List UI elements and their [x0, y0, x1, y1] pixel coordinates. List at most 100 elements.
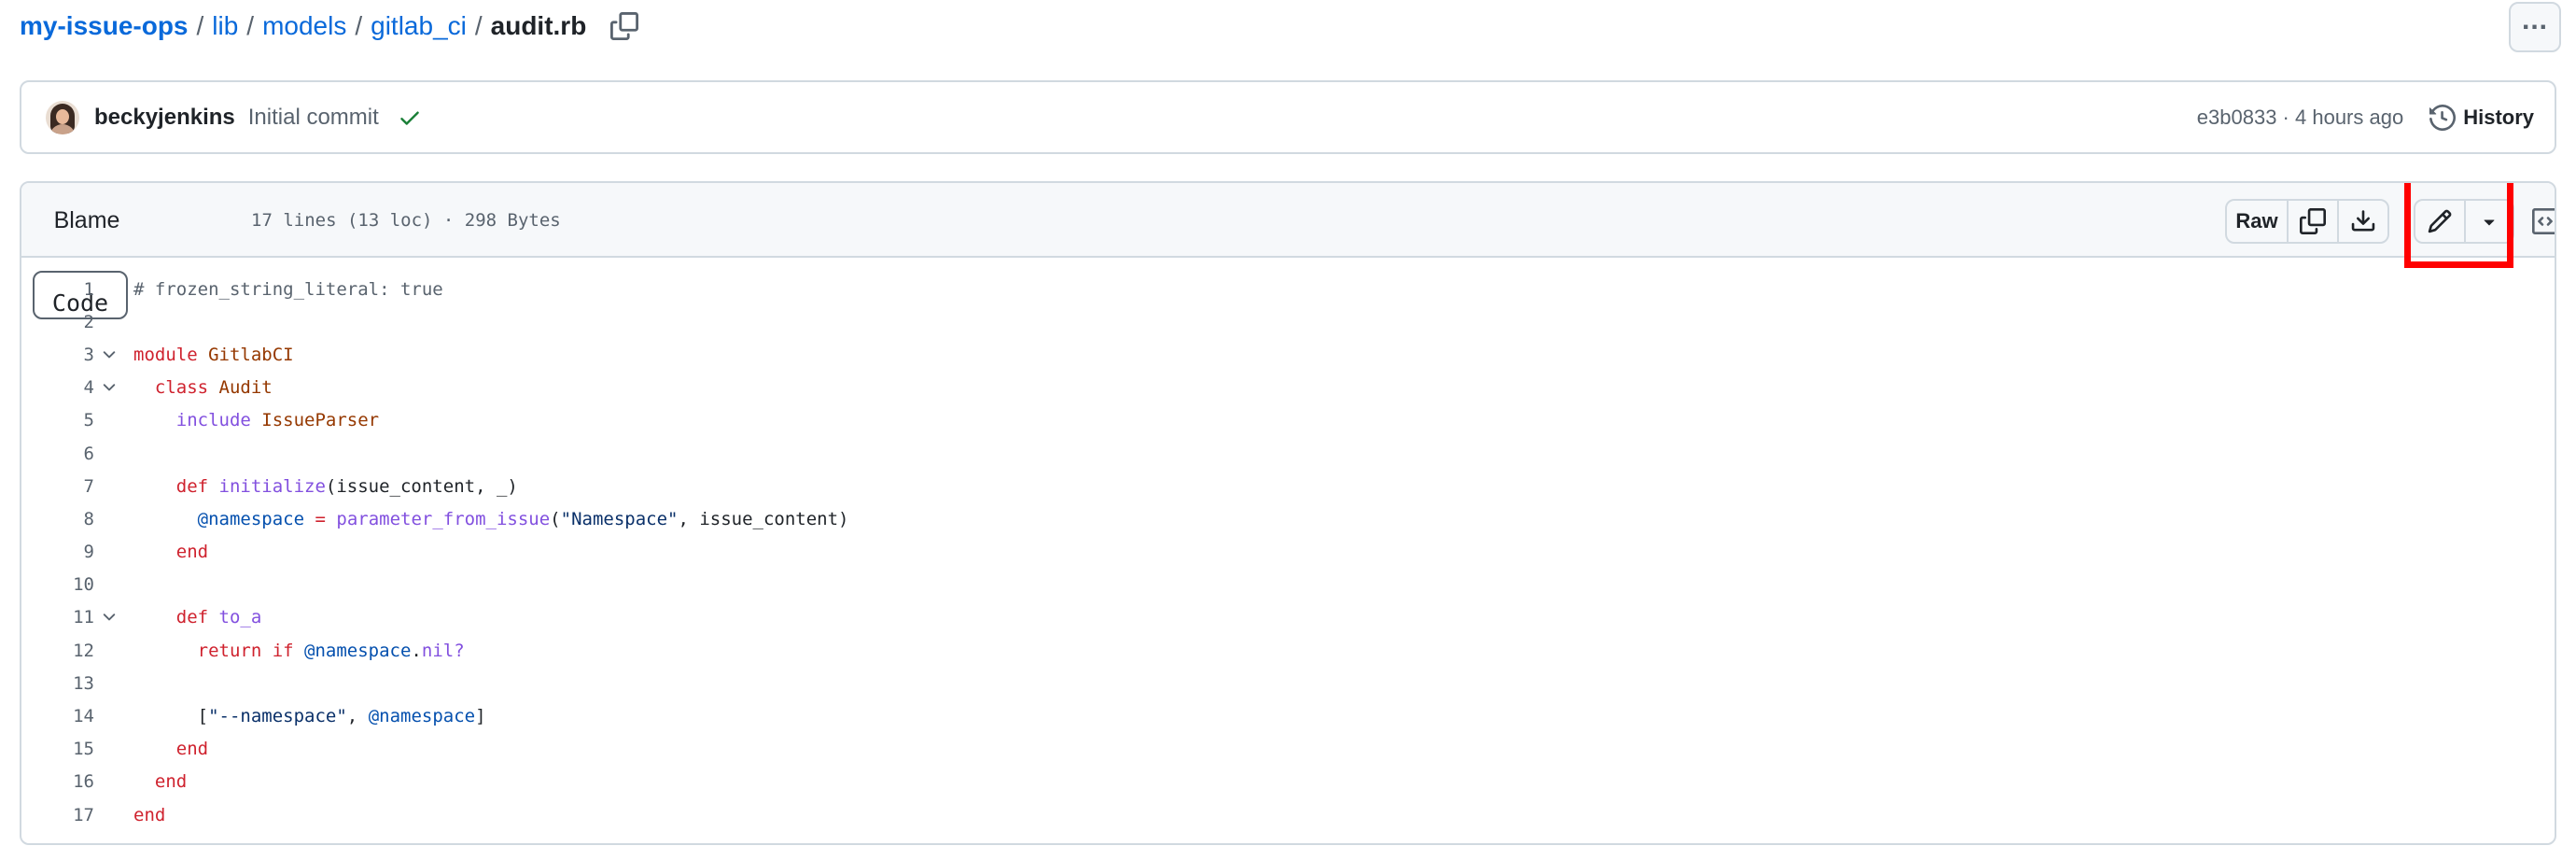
- check-icon[interactable]: [398, 106, 422, 130]
- download-icon: [2351, 210, 2375, 232]
- code-text: def to_a: [133, 607, 262, 627]
- code-line[interactable]: 4 class Audit: [21, 372, 2555, 404]
- code-token: end: [175, 739, 209, 760]
- line-number[interactable]: 7: [21, 476, 94, 497]
- line-number[interactable]: 3: [21, 345, 94, 365]
- code-text: end: [133, 542, 208, 562]
- line-number[interactable]: 1: [21, 279, 94, 300]
- code-token: parameter_from_issue: [336, 508, 551, 529]
- raw-button[interactable]: Raw: [2225, 199, 2289, 244]
- code-line[interactable]: 10: [21, 569, 2555, 601]
- code-token: end: [175, 542, 209, 563]
- fold-toggle[interactable]: [94, 608, 133, 627]
- fold-toggle[interactable]: [94, 345, 133, 364]
- line-number[interactable]: 17: [21, 805, 94, 825]
- code-line[interactable]: 5 include IssueParser: [21, 404, 2555, 437]
- line-number[interactable]: 11: [21, 607, 94, 627]
- code-line[interactable]: 15 end: [21, 733, 2555, 766]
- code-text: end: [133, 805, 165, 825]
- line-number[interactable]: 13: [21, 673, 94, 694]
- breadcrumb-dir-gitlab-ci[interactable]: gitlab_ci: [371, 11, 467, 41]
- code-token: end: [133, 804, 166, 825]
- breadcrumb-dir-models[interactable]: models: [262, 11, 346, 41]
- breadcrumb-repo-link[interactable]: my-issue-ops: [20, 11, 189, 41]
- download-button[interactable]: [2337, 199, 2389, 244]
- line-number[interactable]: 5: [21, 410, 94, 430]
- line-number[interactable]: 14: [21, 706, 94, 726]
- edit-file-button[interactable]: [2414, 199, 2466, 244]
- code-text: end: [133, 739, 208, 759]
- more-options-button[interactable]: ...: [2509, 2, 2561, 52]
- code-text: @namespace = parameter_from_issue("Names…: [133, 509, 849, 529]
- edit-options-dropdown[interactable]: [2464, 199, 2514, 244]
- code-token: "Namespace": [560, 508, 679, 529]
- code-token: "--namespace": [208, 706, 347, 727]
- code-token: @namespace: [368, 706, 476, 727]
- code-token: .: [411, 640, 422, 661]
- code-line[interactable]: 7 def initialize(issue_content, _): [21, 470, 2555, 502]
- line-number[interactable]: 9: [21, 542, 94, 562]
- code-line[interactable]: 2: [21, 305, 2555, 338]
- code-line[interactable]: 11 def to_a: [21, 601, 2555, 634]
- code-token: # frozen_string_literal: true: [133, 278, 443, 300]
- code-token: Audit: [218, 377, 273, 399]
- line-number[interactable]: 15: [21, 739, 94, 759]
- code-line[interactable]: 8 @namespace = parameter_from_issue("Nam…: [21, 502, 2555, 535]
- latest-commit-bar: beckyjenkins Initial commit e3b0833 · 4 …: [20, 80, 2556, 154]
- code-square-icon: [2532, 208, 2555, 234]
- history-button[interactable]: History: [2429, 104, 2534, 131]
- code-token: @namespace: [304, 640, 412, 661]
- code-line[interactable]: 17 end: [21, 798, 2555, 831]
- code-text: return if @namespace.nil?: [133, 641, 465, 661]
- code-line[interactable]: 9 end: [21, 536, 2555, 569]
- symbols-panel-button[interactable]: [2526, 199, 2555, 244]
- tab-blame[interactable]: Blame: [33, 196, 141, 245]
- code-line[interactable]: 16 end: [21, 766, 2555, 798]
- code-line[interactable]: 13: [21, 667, 2555, 699]
- code-line[interactable]: 14 ["--namespace", @namespace]: [21, 699, 2555, 732]
- code-token: def: [175, 475, 219, 497]
- line-number[interactable]: 8: [21, 509, 94, 529]
- code-token: include: [175, 410, 262, 431]
- line-number[interactable]: 4: [21, 377, 94, 398]
- breadcrumb-file-name: audit.rb: [490, 11, 587, 40]
- code-token: ]: [475, 706, 486, 727]
- line-number[interactable]: 6: [21, 444, 94, 464]
- history-label: History: [2463, 105, 2534, 129]
- line-number[interactable]: 2: [21, 312, 94, 332]
- code-token: ,: [346, 706, 369, 727]
- code-line[interactable]: 3 module GitlabCI: [21, 338, 2555, 371]
- code-line[interactable]: 1 # frozen_string_literal: true: [21, 273, 2555, 305]
- code-line[interactable]: 6: [21, 437, 2555, 470]
- line-number[interactable]: 16: [21, 771, 94, 792]
- code-token: =: [315, 508, 326, 529]
- code-line[interactable]: 12 return if @namespace.nil?: [21, 634, 2555, 667]
- commit-author[interactable]: beckyjenkins: [94, 105, 235, 131]
- code-token: initialize: [218, 475, 326, 497]
- breadcrumb-separator: /: [474, 11, 483, 40]
- line-number[interactable]: 10: [21, 574, 94, 595]
- commit-sha-time[interactable]: e3b0833 · 4 hours ago: [2197, 106, 2403, 130]
- code-token: , issue_content): [678, 508, 849, 529]
- avatar[interactable]: [46, 100, 79, 134]
- copy-raw-button[interactable]: [2287, 199, 2339, 244]
- fold-toggle[interactable]: [94, 378, 133, 397]
- copy-path-button[interactable]: [609, 10, 640, 42]
- code-token: @namespace: [197, 508, 305, 529]
- file-header: Code Blame 17 lines (13 loc) · 298 Bytes…: [21, 183, 2555, 319]
- commit-message[interactable]: Initial commit: [248, 105, 379, 131]
- copy-icon: [610, 12, 639, 40]
- breadcrumb-dir-lib[interactable]: lib: [212, 11, 238, 41]
- line-number[interactable]: 12: [21, 641, 94, 661]
- code-text: # frozen_string_literal: true: [133, 279, 443, 300]
- code-text: include IssueParser: [133, 410, 379, 430]
- code-text: def initialize(issue_content, _): [133, 476, 518, 497]
- code-token: module: [133, 344, 209, 365]
- code-token: end: [154, 771, 188, 793]
- breadcrumb-separator: /: [246, 11, 255, 40]
